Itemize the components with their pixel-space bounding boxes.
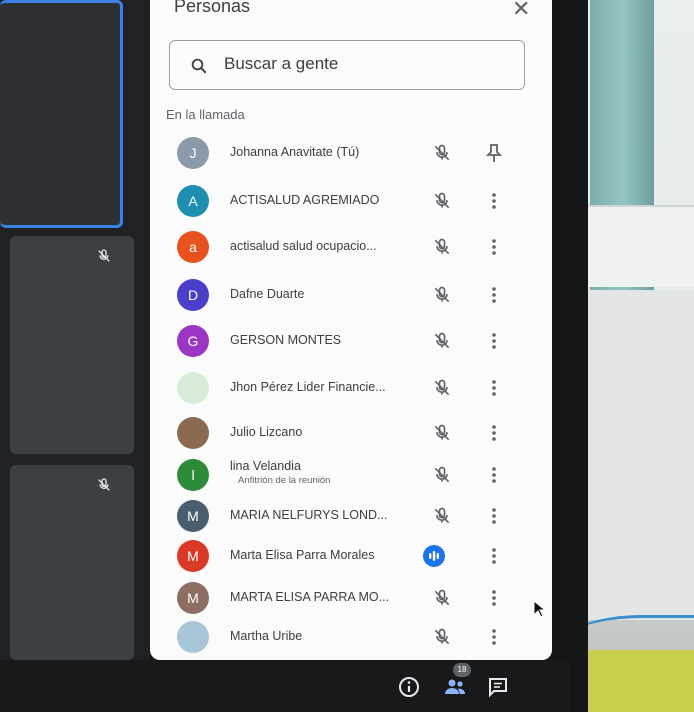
participant-role: Anfitrión de la reunión (238, 475, 331, 486)
more-vert-icon[interactable] (484, 545, 504, 567)
participant-row[interactable]: M Marta Elisa Parra Morales (150, 536, 552, 576)
more-vert-icon[interactable] (484, 190, 504, 212)
background-box (575, 290, 694, 620)
participant-name: Martha Uribe (230, 629, 303, 643)
avatar (177, 621, 209, 653)
participant-row[interactable]: M MARTA ELISA PARRA MO... (150, 578, 552, 618)
more-vert-icon[interactable] (484, 330, 504, 352)
avatar-initial: M (187, 548, 199, 564)
participant-row[interactable]: l lina Velandia Anfitrión de la reunión (150, 455, 552, 495)
mic-off-icon (434, 238, 450, 255)
more-vert-icon[interactable] (484, 422, 504, 444)
more-vert-icon[interactable] (484, 626, 504, 648)
mic-off-icon (434, 379, 450, 396)
participant-row[interactable]: Jhon Pérez Lider Financie... (150, 368, 552, 408)
avatar (177, 417, 209, 449)
participant-name: MARIA NELFURYS LOND... (230, 508, 388, 522)
search-box[interactable] (169, 40, 525, 90)
participant-name: Marta Elisa Parra Morales (230, 548, 375, 562)
avatar-initial: D (187, 287, 199, 303)
speaking-indicator-icon (423, 545, 445, 567)
avatar-initial: J (189, 145, 197, 161)
people-panel: Personas ✕ En la llamada J Johanna Anavit… (150, 0, 552, 660)
video-grid (0, 0, 150, 660)
more-vert-icon[interactable] (484, 377, 504, 399)
chat-icon[interactable] (486, 675, 510, 699)
more-vert-icon[interactable] (484, 587, 504, 609)
avatar: a (177, 231, 209, 263)
participant-name: MARTA ELISA PARRA MO... (230, 590, 390, 604)
avatar-initial: a (189, 239, 197, 255)
mic-off-icon (434, 286, 450, 303)
more-vert-icon[interactable] (484, 236, 504, 258)
avatar: M (177, 500, 209, 532)
participant-name: Johanna Anavitate (Tú) (230, 145, 360, 159)
search-input[interactable] (222, 53, 506, 75)
participant-row[interactable]: G GERSON MONTES (150, 321, 552, 361)
avatar-initial: l (191, 467, 195, 483)
participant-name: GERSON MONTES (230, 333, 342, 347)
avatar-initial: A (188, 193, 198, 209)
pin-icon[interactable] (484, 142, 504, 164)
mic-off-icon (434, 332, 450, 349)
mic-off-icon (434, 466, 450, 483)
mic-off-icon (434, 192, 450, 209)
participant-row[interactable]: D Dafne Duarte (150, 275, 552, 315)
avatar: M (177, 582, 209, 614)
video-tile[interactable] (10, 236, 134, 454)
video-tile-self[interactable] (0, 0, 123, 228)
participant-name: Julio Lizcano (230, 425, 303, 439)
avatar: D (177, 279, 209, 311)
participant-row[interactable]: Julio Lizcano (150, 413, 552, 453)
background-shelf (572, 205, 694, 287)
avatar: l (177, 459, 209, 491)
section-label: En la llamada (166, 107, 245, 122)
mic-off-icon (434, 424, 450, 441)
participant-row[interactable]: a actisalud salud ocupacio... (150, 227, 552, 267)
avatar: A (177, 185, 209, 217)
info-icon[interactable] (397, 675, 421, 699)
participant-row[interactable]: M MARIA NELFURYS LOND... (150, 496, 552, 536)
more-vert-icon[interactable] (484, 464, 504, 486)
participant-row[interactable]: J Johanna Anavitate (Tú) (150, 133, 552, 173)
participant-name: Jhon Pérez Lider Financie... (230, 380, 386, 394)
avatar: J (177, 137, 209, 169)
close-icon[interactable]: ✕ (512, 0, 530, 22)
avatar-initial: M (187, 590, 199, 606)
participant-name: ACTISALUD AGREMIADO (230, 193, 380, 207)
mic-off-icon (98, 478, 110, 491)
video-tile[interactable] (10, 465, 134, 660)
participant-row[interactable]: Martha Uribe (150, 617, 552, 657)
mic-off-icon (434, 589, 450, 606)
avatar-initial: G (187, 333, 199, 349)
mic-off-icon (98, 249, 110, 262)
mic-off-icon (434, 628, 450, 645)
mouse-cursor-icon (533, 600, 547, 618)
people-count-badge: 18 (453, 663, 471, 677)
panel-title: Personas (174, 0, 251, 16)
avatar (177, 372, 209, 404)
avatar: G (177, 325, 209, 357)
participant-name: lina Velandia (230, 459, 301, 473)
bottom-bar (0, 660, 570, 712)
avatar: M (177, 540, 209, 572)
more-vert-icon[interactable] (484, 505, 504, 527)
participant-row[interactable]: A ACTISALUD AGREMIADO (150, 181, 552, 221)
mic-off-icon (434, 507, 450, 524)
avatar-initial: M (187, 508, 199, 524)
mic-off-icon (434, 144, 450, 161)
more-vert-icon[interactable] (484, 284, 504, 306)
participant-name: Dafne Duarte (230, 287, 305, 301)
participant-name: actisalud salud ocupacio... (230, 239, 377, 253)
people-icon[interactable] (443, 675, 467, 699)
search-icon (191, 58, 207, 74)
